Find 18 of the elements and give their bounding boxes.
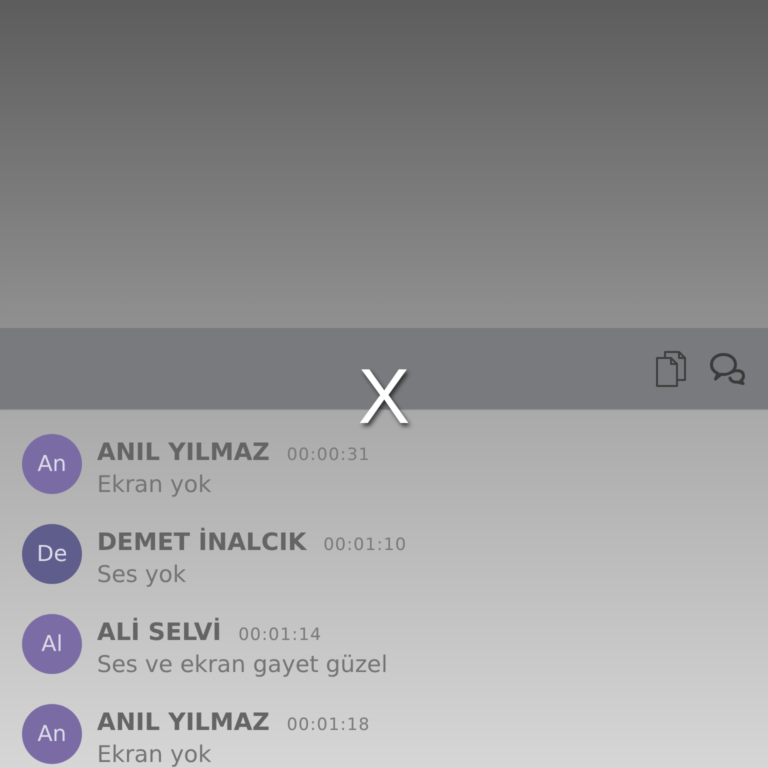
avatar: De [22, 524, 82, 584]
sender-name: ALİ SELVİ [97, 618, 222, 646]
sender-name: ANIL YILMAZ [97, 708, 270, 736]
message-time: 00:01:18 [286, 714, 370, 737]
sender-name: ANIL YILMAZ [97, 438, 270, 466]
avatar: Al [22, 614, 82, 674]
copy-icon[interactable] [656, 350, 686, 386]
avatar: An [22, 434, 82, 494]
message-text: Ses ve ekran gayet güzel [97, 652, 388, 678]
close-button[interactable]: X [358, 357, 410, 435]
message-time: 00:01:10 [323, 534, 407, 557]
sender-name: DEMET İNALCIK [97, 528, 306, 556]
message-text: Ses yok [97, 562, 186, 588]
message-text: Ekran yok [97, 472, 212, 498]
chat-bubbles-icon[interactable] [710, 352, 746, 384]
message-time: 00:01:14 [238, 624, 322, 647]
message-text: Ekran yok [97, 742, 212, 768]
avatar: An [22, 704, 82, 764]
